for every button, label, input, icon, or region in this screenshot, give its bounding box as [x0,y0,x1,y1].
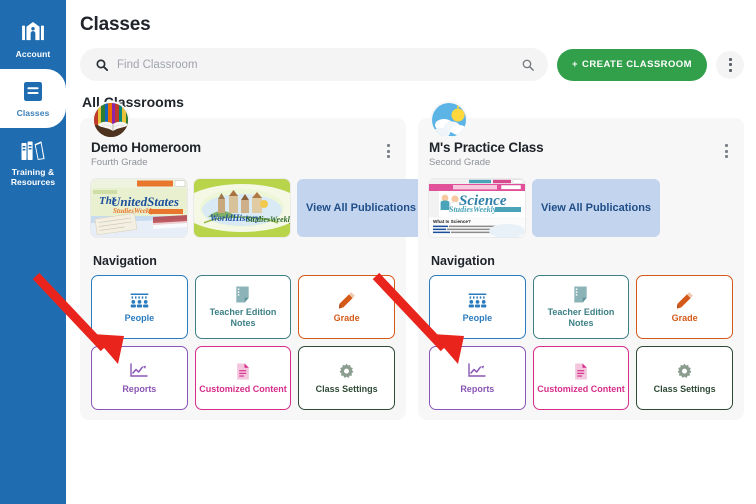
all-classrooms-heading: All Classrooms [82,94,184,110]
kebab-dot [387,149,390,153]
create-classroom-label: CREATE CLASSROOM [582,59,692,70]
classroom-card-list: Demo Homeroom Fourth Grade The UnitedSta… [80,101,744,420]
classroom-card: Demo Homeroom Fourth Grade The UnitedSta… [80,101,426,420]
pencil-icon [338,291,356,310]
navigation-heading: Navigation [431,254,495,268]
chart-icon [468,362,487,381]
kebab-dot [725,155,728,158]
classroom-overflow-menu-button[interactable] [720,140,733,162]
document-icon [574,362,588,381]
classroom-grade: Fourth Grade [91,157,148,168]
sidebar-item-classes[interactable]: Classes [0,69,66,128]
sidebar-item-label: Classes [16,108,50,118]
page-title: Classes [80,14,151,35]
sidebar-item-training-resources[interactable]: Training & Resources [0,128,66,197]
nav-tile-grade[interactable]: Grade [298,275,395,339]
main-content: Classes + CREAT [66,0,756,504]
nav-tile-label: Reports [122,383,157,394]
publication-thumbnail[interactable]: WorldHistory StudiesWeekly [194,179,290,237]
plus-icon: + [572,59,579,70]
svg-text:StudiesWeekly: StudiesWeekly [246,215,290,224]
navigation-heading: Navigation [93,254,157,268]
nav-tile-customized-content[interactable]: Customized Content [194,346,292,410]
people-icon [130,291,149,310]
nav-tile-label: Reports [460,383,495,394]
nav-tile-people[interactable]: People [91,275,188,339]
book-icon [2,78,64,104]
search-toolbar: + CREATE CLASSROOM [80,48,744,81]
search-input[interactable] [117,58,523,71]
nav-tile-teacher-edition-notes[interactable]: Teacher Edition Notes [194,275,292,339]
classroom-card-header: Demo Homeroom Fourth Grade [91,140,395,168]
nav-tile-class-settings[interactable]: Class Settings [298,346,395,410]
nav-tile-reports[interactable]: Reports [429,346,526,410]
nav-tile-label: Teacher Edition Notes [209,307,277,328]
svg-text:What Is Science?: What Is Science? [433,219,471,224]
classroom-overflow-menu-button[interactable] [382,140,395,162]
page-overflow-menu-button[interactable] [716,50,744,79]
nav-tile-label: Class Settings [653,383,716,394]
avatar [92,101,130,139]
note-icon [235,285,250,304]
kebab-dot [728,57,732,61]
classes-page: Account Classes Training & Resources Cla… [0,0,756,504]
left-sidebar: Account Classes Training & Resources [0,0,66,504]
view-all-publications-button[interactable]: View All Publications [532,179,661,237]
nav-tile-label: Customized Content [537,383,625,394]
navigation-tile-grid: People Teacher Edition Notes Grade Repor… [91,275,395,410]
search-icon [96,58,108,71]
classroom-card: M's Practice Class Second Grade Science … [418,101,744,420]
nav-tile-label: Teacher Edition Notes [547,307,615,328]
nav-tile-class-settings[interactable]: Class Settings [636,346,733,410]
gear-icon [676,362,693,381]
nav-tile-people[interactable]: People [429,275,526,339]
document-icon [236,362,250,381]
search-submit-icon[interactable] [522,59,534,71]
sidebar-item-account[interactable]: Account [0,10,66,69]
publication-list: The UnitedStates StudiesWeekly WorldHist… [91,179,426,237]
nav-tile-label: People [124,312,155,323]
classroom-card-header: M's Practice Class Second Grade [429,140,733,168]
nav-tile-label: Customized Content [199,383,287,394]
pencil-icon [676,291,694,310]
nav-tile-grade[interactable]: Grade [636,275,733,339]
classroom-title: M's Practice Class [429,140,544,155]
nav-tile-teacher-edition-notes[interactable]: Teacher Edition Notes [532,275,630,339]
search-box[interactable] [80,48,549,81]
nav-tile-label: Class Settings [315,383,378,394]
classroom-grade: Second Grade [429,157,491,168]
note-icon [573,285,588,304]
classroom-title: Demo Homeroom [91,140,201,155]
navigation-tile-grid: People Teacher Edition Notes Grade Repor… [429,275,733,410]
kebab-dot [387,144,390,147]
kebab-dot [725,149,728,153]
nav-tile-label: Grade [671,312,698,323]
sidebar-item-label: Training & Resources [10,167,56,187]
kebab-dot [387,155,390,158]
books-icon [2,137,64,163]
gear-icon [338,362,355,381]
publication-list: Science StudiesWeekly What Is Science? V… [429,179,733,237]
nav-tile-reports[interactable]: Reports [91,346,188,410]
nav-tile-label: Grade [333,312,360,323]
avatar [430,101,468,139]
kebab-dot [725,144,728,147]
view-all-publications-button[interactable]: View All Publications [297,179,426,237]
nav-tile-customized-content[interactable]: Customized Content [532,346,630,410]
people-icon [468,291,487,310]
sidebar-item-label: Account [15,49,51,59]
publication-thumbnail[interactable]: The UnitedStates StudiesWeekly [91,179,187,237]
school-icon [2,19,64,45]
chart-icon [130,362,149,381]
publication-thumbnail[interactable]: Science StudiesWeekly What Is Science? [429,179,525,237]
svg-text:StudiesWeekly: StudiesWeekly [449,205,497,214]
nav-tile-label: People [462,312,493,323]
kebab-dot [728,63,732,66]
kebab-dot [728,68,732,72]
create-classroom-button[interactable]: + CREATE CLASSROOM [557,48,707,81]
